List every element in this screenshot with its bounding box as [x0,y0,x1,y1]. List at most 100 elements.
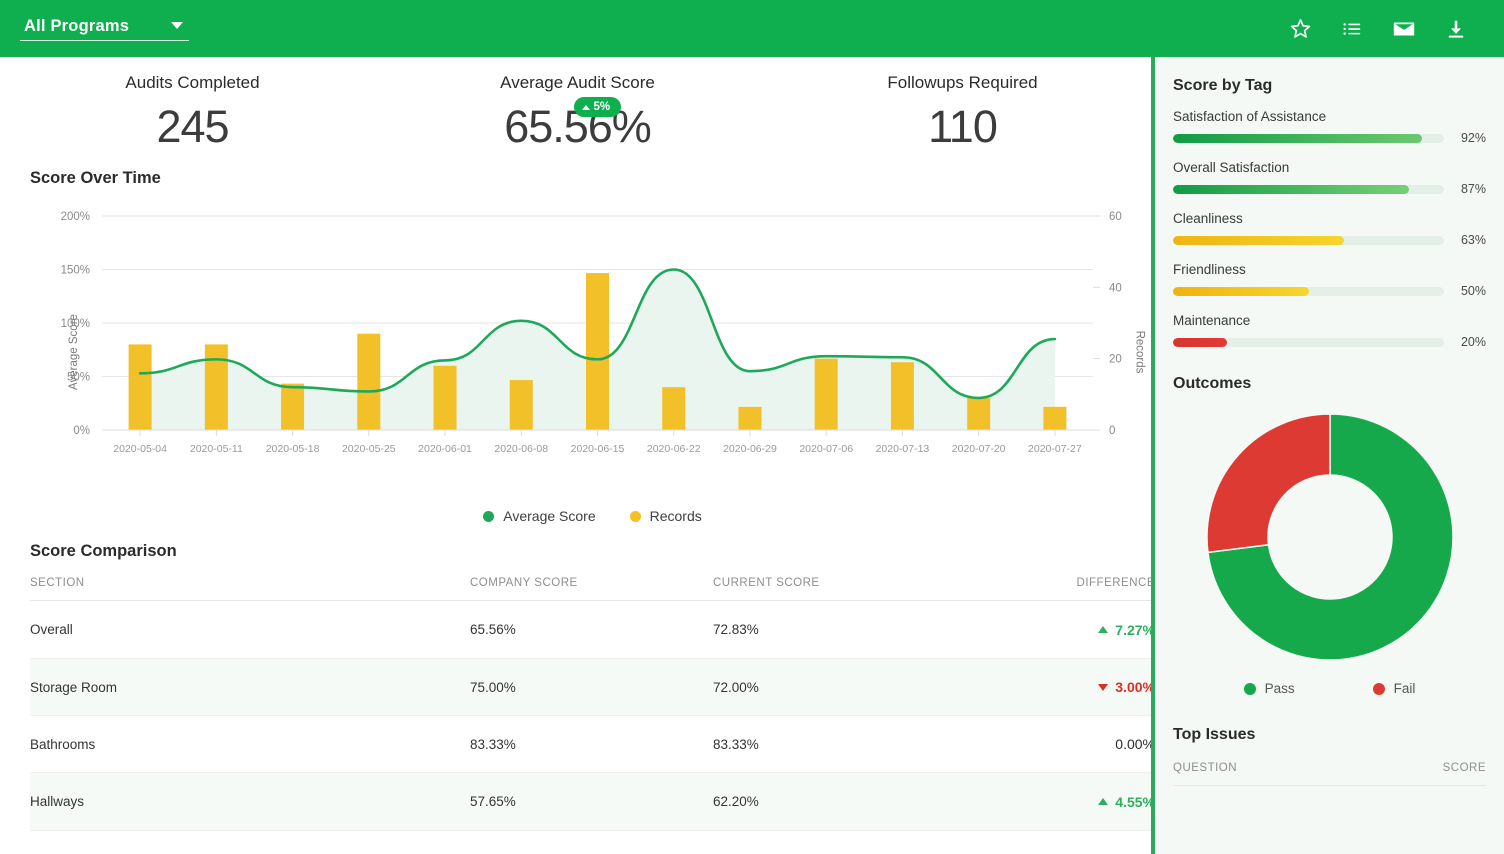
tag-label: Overall Satisfaction [1173,160,1486,175]
svg-text:2020-07-27: 2020-07-27 [1028,443,1082,455]
download-icon[interactable] [1430,9,1482,49]
score-by-tag-list: Satisfaction of Assistance92% Overall Sat… [1173,109,1486,349]
table-row[interactable]: Hallways57.65%62.20%4.55% [30,773,1155,831]
tag-progress-fill [1173,134,1422,143]
column-header-company-score[interactable]: COMPANY SCORE [470,577,713,601]
favorite-star-icon[interactable] [1274,9,1326,49]
triangle-up-icon [1098,798,1108,805]
chart-canvas: 0%50%100%150%200%02040602020-05-042020-0… [30,202,1155,502]
tag-bar-row: 87% [1173,182,1486,196]
legend-item-records[interactable]: Records [630,508,702,524]
cell-section: Bathrooms [30,716,470,773]
program-filter-dropdown[interactable]: All Programs [20,17,189,41]
outcomes-donut-chart[interactable] [1173,407,1486,667]
kpi-title: Average Audit Score [385,73,770,93]
cell-current-score: 83.33% [713,716,1003,773]
tag-progress-fill [1173,287,1309,296]
donut-slice-fail[interactable] [1207,414,1330,552]
legend-color-dot [483,511,494,522]
cell-difference: 0.00% [1003,716,1155,773]
svg-text:2020-05-25: 2020-05-25 [342,443,396,455]
kpi-followups-required: Followups Required 110 [770,73,1155,155]
cell-difference: 5.22% [1003,830,1155,854]
score-by-tag-item[interactable]: Satisfaction of Assistance92% [1173,109,1486,145]
tag-progress-track [1173,338,1444,347]
tag-percent-label: 50% [1456,284,1486,298]
svg-text:150%: 150% [61,265,90,277]
cell-difference: 7.27% [1003,601,1155,659]
legend-item-fail[interactable]: Fail [1373,681,1416,696]
cell-current-score: 62.20% [713,773,1003,831]
table-row[interactable]: Storage Room75.00%72.00%3.00% [30,658,1155,716]
svg-text:2020-06-29: 2020-06-29 [723,443,777,455]
tag-progress-track [1173,185,1444,194]
top-issues-title: Top Issues [1173,726,1486,744]
svg-text:20: 20 [1109,354,1122,366]
cell-section: Overall [30,601,470,659]
svg-text:2020-06-08: 2020-06-08 [494,443,548,455]
legend-item-pass[interactable]: Pass [1244,681,1295,696]
tag-label: Satisfaction of Assistance [1173,109,1486,124]
list-icon[interactable] [1326,9,1378,49]
svg-text:2020-06-01: 2020-06-01 [418,443,472,455]
svg-text:0%: 0% [73,425,90,437]
top-header-bar: All Programs [0,0,1504,57]
score-over-time-title: Score Over Time [30,169,1155,188]
svg-text:2020-07-13: 2020-07-13 [876,443,930,455]
tag-bar-row: 50% [1173,284,1486,298]
tag-progress-fill [1173,338,1227,347]
score-by-tag-item[interactable]: Overall Satisfaction 87% [1173,160,1486,196]
legend-label: Fail [1394,681,1416,696]
table-row[interactable]: Overall65.56%72.83%7.27% [30,601,1155,659]
cell-difference: 3.00% [1003,658,1155,716]
outcomes-title: Outcomes [1173,375,1486,393]
chart-legend: Average Score Records [30,508,1155,524]
cell-company-score: 75.00% [470,658,713,716]
dashboard-body: Audits Completed 245 Average Audit Score… [0,57,1504,854]
legend-item-average-score[interactable]: Average Score [483,508,595,524]
cell-section: Patio [30,830,470,854]
column-header-question[interactable]: QUESTION [1173,762,1237,774]
table-row[interactable]: Bathrooms83.33%83.33%0.00% [30,716,1155,773]
score-by-tag-item[interactable]: Maintenance20% [1173,313,1486,349]
kpi-badge-label: 5% [594,101,611,113]
score-by-tag-title: Score by Tag [1173,77,1486,95]
difference-value: 7.27% [1098,622,1155,638]
svg-text:2020-05-04: 2020-05-04 [113,443,167,455]
table-header-row: SECTION COMPANY SCORE CURRENT SCORE DIFF… [30,577,1155,601]
tag-progress-fill [1173,236,1344,245]
column-header-current-score[interactable]: CURRENT SCORE [713,577,1003,601]
insights-side-pane: Score by Tag Satisfaction of Assistance9… [1155,57,1504,854]
score-comparison-section: Score Comparison SECTION COMPANY SCORE C… [0,524,1155,854]
svg-text:2020-05-11: 2020-05-11 [190,443,243,455]
tag-progress-track [1173,287,1444,296]
svg-text:40: 40 [1109,283,1122,295]
triangle-up-icon [582,105,590,110]
column-header-difference[interactable]: DIFFERENCE [1003,577,1155,601]
column-header-score[interactable]: SCORE [1443,762,1486,774]
tag-percent-label: 20% [1456,335,1486,349]
cell-section: Storage Room [30,658,470,716]
tag-progress-track [1173,134,1444,143]
table-row[interactable]: Patio63.11%68.33%5.22% [30,830,1155,854]
svg-text:60: 60 [1109,211,1122,223]
main-content-pane: Audits Completed 245 Average Audit Score… [0,57,1155,854]
kpi-row: Audits Completed 245 Average Audit Score… [0,57,1155,159]
score-by-tag-item[interactable]: Friendliness50% [1173,262,1486,298]
kpi-value: 245 [0,99,385,155]
legend-label: Pass [1265,681,1295,696]
svg-text:0: 0 [1109,425,1115,437]
cell-company-score: 57.65% [470,773,713,831]
difference-value: 0.00% [1115,736,1155,752]
mail-icon[interactable] [1378,9,1430,49]
tag-bar-row: 20% [1173,335,1486,349]
column-header-section[interactable]: SECTION [30,577,470,601]
score-over-time-chart[interactable]: Average Score Records 0%50%100%150%200%0… [30,202,1155,502]
cell-difference: 4.55% [1003,773,1155,831]
score-comparison-table: SECTION COMPANY SCORE CURRENT SCORE DIFF… [30,577,1155,854]
donut-canvas [1200,407,1460,667]
legend-color-dot [1244,683,1256,695]
difference-value: 4.55% [1098,794,1155,810]
score-by-tag-item[interactable]: Cleanliness63% [1173,211,1486,247]
svg-text:200%: 200% [61,211,90,223]
